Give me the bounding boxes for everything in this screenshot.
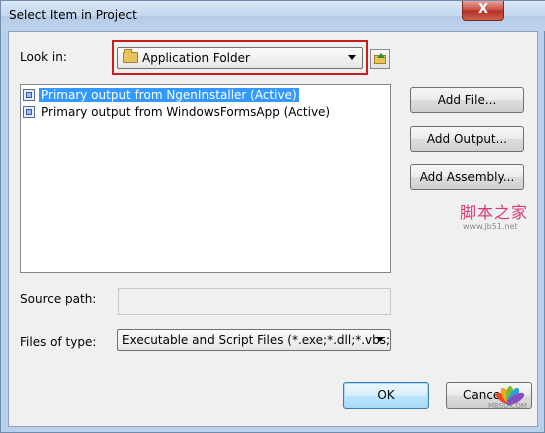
files-of-type-label: Files of type: bbox=[20, 335, 97, 349]
source-path-label: Source path: bbox=[20, 292, 97, 306]
chevron-down-icon bbox=[376, 337, 384, 342]
look-in-dropdown[interactable]: Application Folder bbox=[117, 47, 363, 69]
look-in-label: Look in: bbox=[20, 50, 67, 64]
look-in-value: Application Folder bbox=[142, 51, 250, 65]
list-item-label: Primary output from NgenInstaller (Activ… bbox=[39, 88, 299, 102]
files-of-type-value: Executable and Script Files (*.exe;*.dll… bbox=[122, 333, 391, 347]
list-item-label: Primary output from WindowsFormsApp (Act… bbox=[41, 105, 331, 119]
add-output-button[interactable]: Add Output... bbox=[410, 126, 524, 152]
project-output-icon bbox=[23, 106, 35, 118]
folder-up-button[interactable] bbox=[370, 49, 390, 69]
folder-icon bbox=[123, 49, 138, 63]
source-path-field bbox=[118, 288, 391, 315]
project-output-icon bbox=[23, 89, 35, 101]
watermark-logo-text: MBSU.COM bbox=[488, 402, 527, 410]
ok-button[interactable]: OK bbox=[343, 382, 429, 409]
add-assembly-button[interactable]: Add Assembly... bbox=[410, 164, 524, 190]
window-title: Select Item in Project bbox=[9, 8, 137, 22]
list-item[interactable]: Primary output from NgenInstaller (Activ… bbox=[23, 87, 299, 104]
watermark-url: www.jb51.net bbox=[463, 222, 518, 231]
arrow-up-icon bbox=[377, 53, 385, 58]
chevron-down-icon bbox=[348, 55, 356, 60]
watermark-text: 脚本之家 bbox=[460, 203, 529, 222]
close-button[interactable]: X bbox=[462, 1, 504, 21]
title-bar[interactable]: Select Item in Project X bbox=[1, 1, 545, 31]
add-file-button[interactable]: Add File... bbox=[410, 87, 524, 113]
list-item[interactable]: Primary output from WindowsFormsApp (Act… bbox=[23, 104, 332, 121]
close-icon: X bbox=[477, 2, 489, 17]
project-items-list[interactable]: Primary output from NgenInstaller (Activ… bbox=[20, 84, 391, 273]
files-of-type-dropdown[interactable]: Executable and Script Files (*.exe;*.dll… bbox=[117, 329, 391, 351]
